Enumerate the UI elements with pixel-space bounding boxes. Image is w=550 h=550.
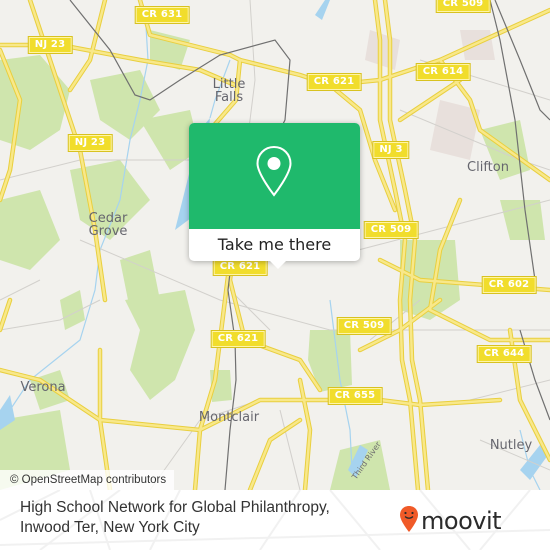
popup-header: [189, 123, 360, 229]
road-shield-cr614: CR 614: [415, 63, 471, 81]
address-line-1: High School Network for Global Philanthr…: [20, 499, 330, 516]
map-attribution[interactable]: © OpenStreetMap contributors: [0, 470, 175, 490]
moovit-logo[interactable]: moovit: [399, 505, 502, 537]
place-label-clifton: Clifton: [467, 160, 509, 175]
road-shield-cr631: CR 631: [134, 6, 190, 24]
road-shield-nj23: NJ 23: [67, 134, 113, 152]
road-shield-cr655: CR 655: [327, 387, 383, 405]
road-shield-cr509: CR 509: [336, 317, 392, 335]
moovit-pin-smile-icon: [399, 505, 419, 537]
road-shield-cr509: CR 509: [435, 0, 491, 13]
road-shield-cr602: CR 602: [481, 276, 537, 294]
footer: High School Network for Global Philanthr…: [0, 490, 550, 550]
place-label-little-falls: Little Falls: [212, 77, 246, 105]
road-shield-cr509: CR 509: [363, 221, 419, 239]
address-line-2: Inwood Ter, New York City: [20, 519, 200, 536]
popup-tail: [269, 260, 287, 269]
place-label-verona: Verona: [20, 380, 66, 395]
road-shield-nj23: NJ 23: [27, 36, 73, 54]
moovit-wordmark: moovit: [421, 507, 502, 535]
location-address: High School Network for Global Philanthr…: [20, 498, 330, 538]
map-pin-icon: [255, 145, 293, 201]
road-shield-nj3: NJ 3: [372, 141, 410, 159]
road-shield-cr621: CR 621: [212, 258, 268, 276]
place-label-nutley: Nutley: [489, 438, 533, 453]
take-me-there-button[interactable]: Take me there: [189, 229, 360, 261]
road-shield-cr644: CR 644: [476, 345, 532, 363]
location-popup: Take me there: [189, 123, 360, 269]
place-label-cedar-grove: Cedar Grove: [88, 211, 128, 239]
map[interactable]: Third River CR 631 NJ 23 NJ 23 CR 509 CR…: [0, 0, 550, 490]
road-shield-cr621: CR 621: [210, 330, 266, 348]
road-shield-cr621: CR 621: [306, 73, 362, 91]
place-label-montclair: Montclair: [198, 410, 260, 425]
